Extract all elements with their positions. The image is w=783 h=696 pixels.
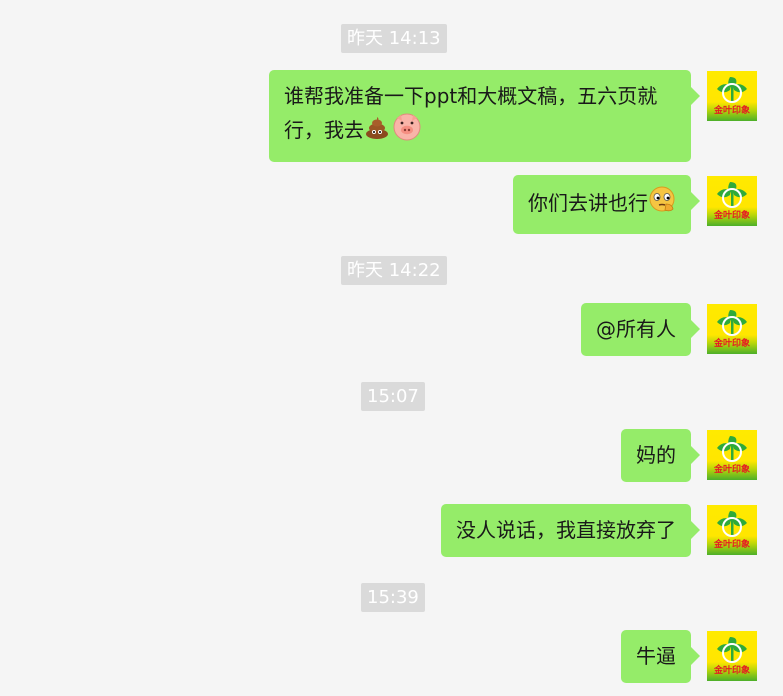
message-bubble[interactable]: 没人说话，我直接放弃了 [441, 504, 700, 557]
message-text: 谁帮我准备一下ppt和大概文稿，五六页就 [284, 84, 658, 108]
avatar-logo-icon: 金叶印象 [713, 310, 750, 349]
svg-text:金叶印象: 金叶印象 [713, 538, 750, 550]
message-text: 没人说话，我直接放弃了 [456, 518, 676, 542]
thinking-emoji-icon [648, 186, 676, 223]
svg-text:金叶印象: 金叶印象 [713, 104, 750, 116]
message-text: 你们去讲也行 [528, 191, 648, 215]
avatar[interactable]: 金叶印象 [707, 631, 757, 681]
message-bubble[interactable]: 谁帮我准备一下ppt和大概文稿，五六页就 行，我去 [269, 70, 700, 162]
svg-text:金叶印象: 金叶印象 [713, 337, 750, 349]
avatar[interactable]: 金叶印象 [707, 304, 757, 354]
svg-text:金叶印象: 金叶印象 [713, 664, 750, 676]
avatar-logo-icon: 金叶印象 [713, 77, 750, 116]
avatar-logo-icon: 金叶印象 [713, 182, 750, 221]
message-text: 牛逼 [636, 644, 676, 668]
timestamp: 昨天 14:22 [341, 256, 447, 285]
timestamp: 15:07 [361, 382, 425, 411]
message-text: 妈的 [636, 443, 676, 467]
poop-emoji-icon [364, 114, 390, 149]
svg-text:金叶印象: 金叶印象 [713, 209, 750, 221]
chat-window: 昨天 14:13 谁帮我准备一下ppt和大概文稿，五六页就 行，我去 金叶印象 … [0, 0, 783, 696]
message-bubble[interactable]: @所有人 [581, 303, 700, 356]
message-text: @所有人 [596, 317, 676, 341]
message-bubble[interactable]: 牛逼 [621, 630, 700, 683]
message-bubble[interactable]: 你们去讲也行 [513, 175, 700, 234]
avatar-logo-icon: 金叶印象 [713, 436, 750, 475]
avatar[interactable]: 金叶印象 [707, 430, 757, 480]
message-text: 行，我去 [284, 118, 364, 142]
avatar[interactable]: 金叶印象 [707, 505, 757, 555]
timestamp: 昨天 14:13 [341, 24, 447, 53]
pig-emoji-icon [392, 112, 422, 151]
timestamp: 15:39 [361, 583, 425, 612]
svg-text:金叶印象: 金叶印象 [713, 463, 750, 475]
avatar-logo-icon: 金叶印象 [713, 637, 750, 676]
avatar[interactable]: 金叶印象 [707, 71, 757, 121]
avatar[interactable]: 金叶印象 [707, 176, 757, 226]
avatar-logo-icon: 金叶印象 [713, 511, 750, 550]
message-bubble[interactable]: 妈的 [621, 429, 700, 482]
